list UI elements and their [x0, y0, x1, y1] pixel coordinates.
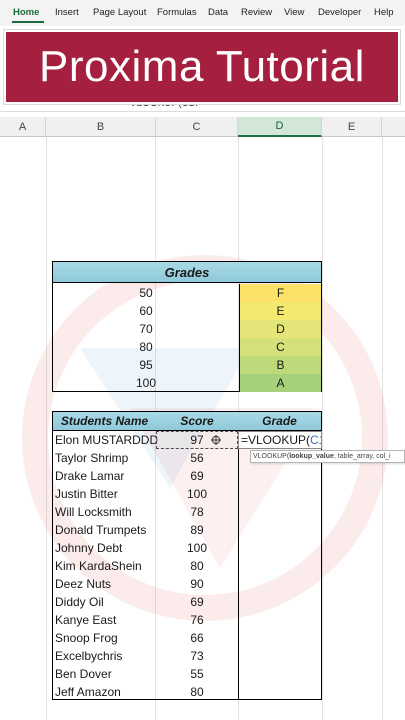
student-name-cell[interactable]: Kanye East [55, 611, 155, 629]
column-header-d[interactable]: D [238, 117, 322, 137]
tab-page-layout[interactable]: Page Layout [93, 7, 146, 18]
grade-header: Grade [238, 411, 322, 431]
column-header-b[interactable]: B [46, 117, 156, 137]
student-score-cell[interactable]: 80 [156, 557, 238, 575]
tab-help[interactable]: Help [374, 7, 394, 18]
tab-data[interactable]: Data [208, 7, 228, 18]
student-score-cell[interactable]: 100 [156, 485, 238, 503]
formula-reference: C17 [310, 433, 321, 447]
student-score-cell[interactable]: 76 [156, 611, 238, 629]
student-name-cell[interactable]: Diddy Oil [55, 593, 155, 611]
students-name-header: Students Name [52, 411, 156, 431]
grade-letter-cell[interactable]: B [239, 356, 321, 374]
score-header: Score [156, 411, 238, 431]
tab-developer[interactable]: Developer [318, 7, 361, 18]
tooltip-current-arg: lookup_value [289, 453, 334, 460]
student-name-cell[interactable]: Elon MUSTARDDD [55, 431, 158, 449]
column-header-e[interactable]: E [322, 117, 382, 137]
tooltip-other-args: , table_array, col_i [333, 453, 391, 460]
column-header-a[interactable]: A [0, 117, 46, 137]
student-name-cell[interactable]: Will Locksmith [55, 503, 155, 521]
ribbon-tab-bar: Home Insert Page Layout Formulas Data Re… [0, 0, 405, 26]
grade-letter-cell[interactable]: A [239, 374, 321, 392]
grades-table-header: Grades [52, 261, 322, 283]
tab-home[interactable]: Home [13, 7, 39, 18]
student-score-cell[interactable]: 80 [156, 683, 238, 701]
student-name-cell[interactable]: Johnny Debt [55, 539, 155, 557]
tab-review[interactable]: Review [241, 7, 272, 18]
active-tab-indicator [12, 21, 44, 23]
tab-formulas[interactable]: Formulas [157, 7, 197, 18]
formula-text: =VLOOKUP( [241, 433, 311, 447]
grade-letter-cell[interactable]: E [239, 302, 321, 320]
student-name-cell[interactable]: Jeff Amazon [55, 683, 155, 701]
student-score-cell[interactable]: 73 [156, 647, 238, 665]
student-name-cell[interactable]: Kim KardaShein [55, 557, 155, 575]
tab-view[interactable]: View [284, 7, 304, 18]
cell-cursor-icon [211, 435, 221, 445]
student-score-cell[interactable]: 90 [156, 575, 238, 593]
tooltip-function[interactable]: VLOOKUP( [253, 453, 289, 460]
banner-title: Proxima Tutorial [39, 42, 365, 91]
student-score-cell[interactable]: 55 [156, 665, 238, 683]
student-score-cell[interactable]: 69 [156, 593, 238, 611]
grade-letter-cell[interactable]: D [239, 320, 321, 338]
grade-letter-cell[interactable]: C [239, 338, 321, 356]
grade-score-cell[interactable]: 95 [53, 356, 239, 374]
student-score-cell[interactable]: 69 [156, 467, 238, 485]
student-score-cell[interactable]: 66 [156, 629, 238, 647]
student-score-cell[interactable]: 100 [156, 539, 238, 557]
student-name-cell[interactable]: Drake Lamar [55, 467, 155, 485]
grade-score-cell[interactable]: 70 [53, 320, 239, 338]
function-tooltip: VLOOKUP(lookup_value, table_array, col_i [250, 450, 405, 463]
tab-insert[interactable]: Insert [55, 7, 79, 18]
column-header-c[interactable]: C [156, 117, 238, 137]
student-score-cell[interactable]: 56 [156, 449, 238, 467]
student-name-cell[interactable]: Excelbychris [55, 647, 155, 665]
column-header-f[interactable] [382, 117, 405, 137]
student-name-cell[interactable]: Donald Trumpets [55, 521, 155, 539]
table-divider [238, 431, 239, 700]
grade-score-cell[interactable]: 100 [53, 374, 239, 392]
student-name-cell[interactable]: Ben Dover [55, 665, 155, 683]
student-name-cell[interactable]: Snoop Frog [55, 629, 155, 647]
student-score-cell[interactable]: 97 [156, 431, 238, 449]
grade-score-cell[interactable]: 50 [53, 284, 239, 302]
student-name-cell[interactable]: Deez Nuts [55, 575, 155, 593]
title-banner: Proxima Tutorial [4, 30, 400, 104]
grade-score-cell[interactable]: 80 [53, 338, 239, 356]
grade-score-cell[interactable]: 60 [53, 302, 239, 320]
active-grade-cell[interactable]: =VLOOKUP(C17 [238, 431, 322, 449]
grade-letter-cell[interactable]: F [239, 284, 321, 302]
student-name-cell[interactable]: Justin Bitter [55, 485, 155, 503]
student-score-cell[interactable]: 89 [156, 521, 238, 539]
student-score-cell[interactable]: 78 [156, 503, 238, 521]
student-name-cell[interactable]: Taylor Shrimp [55, 449, 155, 467]
